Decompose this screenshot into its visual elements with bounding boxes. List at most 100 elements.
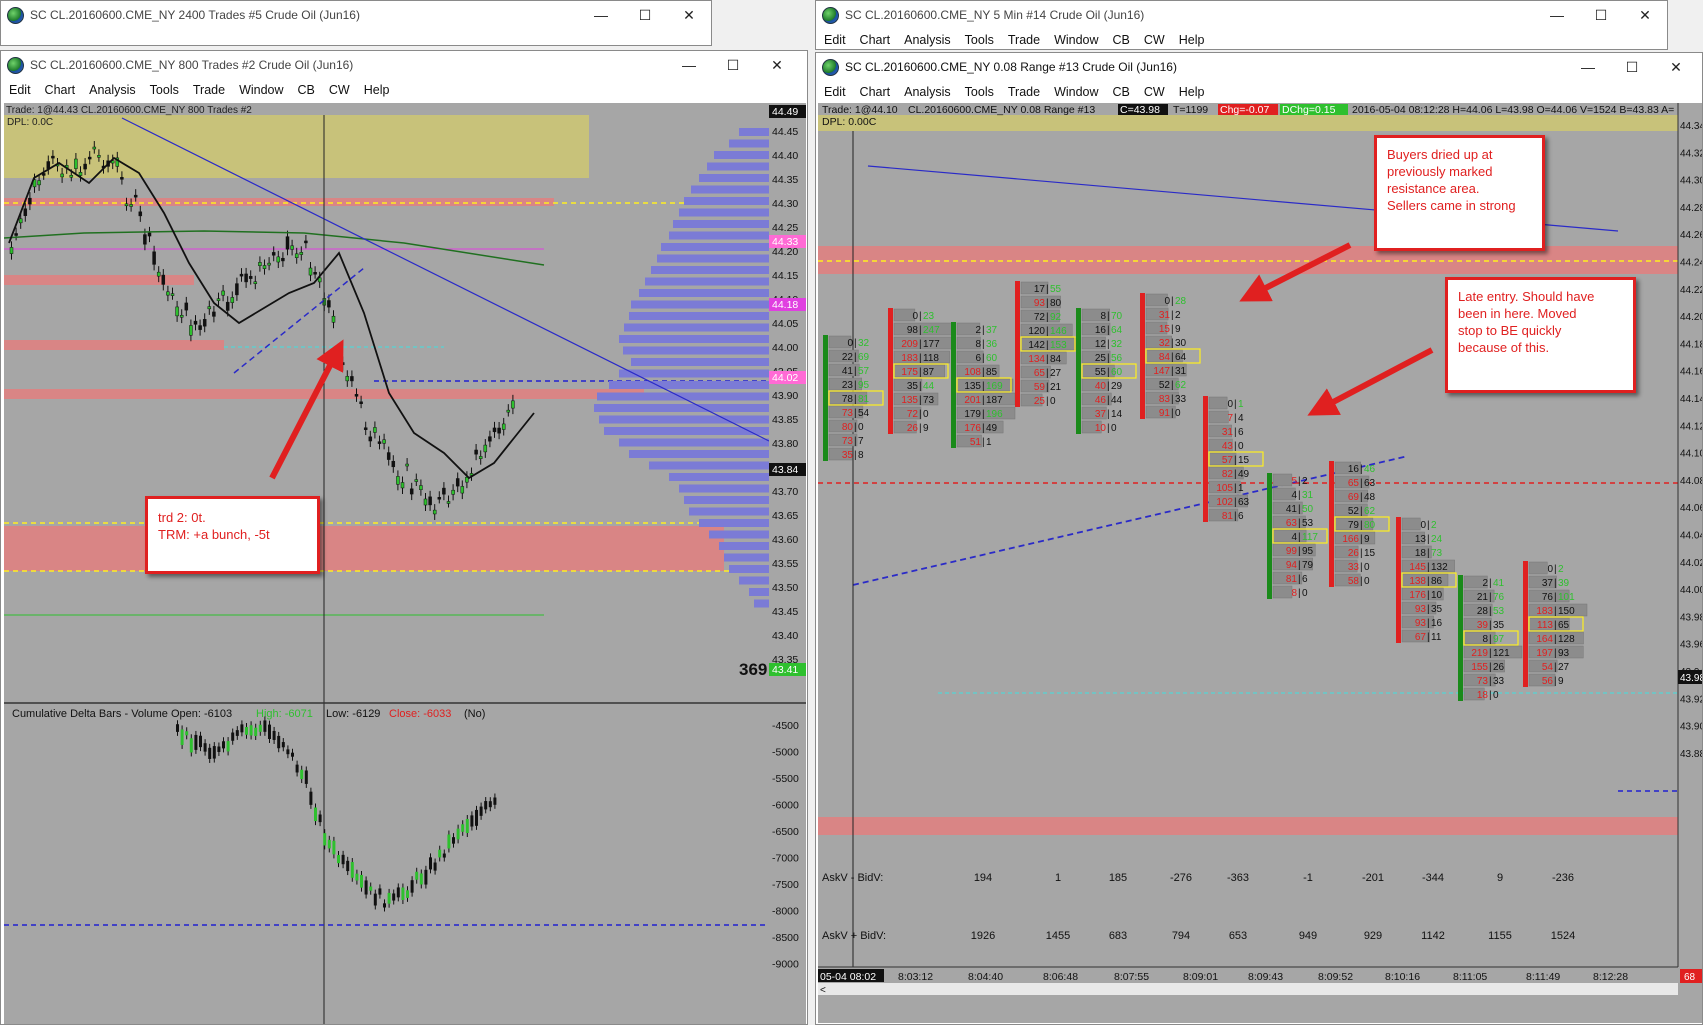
candle <box>92 146 97 150</box>
profile-bar <box>631 300 769 309</box>
delta-bar <box>189 738 193 753</box>
minimize-button[interactable]: — <box>579 1 623 29</box>
svg-text:|: | <box>1360 548 1363 559</box>
menu-analysis[interactable]: Analysis <box>904 85 951 99</box>
menu-trade[interactable]: Trade <box>1008 33 1040 47</box>
price-tick: 43.55 <box>772 558 798 570</box>
menu-analysis[interactable]: Analysis <box>89 83 136 97</box>
menu-chart[interactable]: Chart <box>860 85 891 99</box>
profile-bar <box>739 128 769 136</box>
close-button[interactable]: ✕ <box>1623 1 1667 29</box>
menu-trade[interactable]: Trade <box>193 83 225 97</box>
menu-help[interactable]: Help <box>1179 33 1205 47</box>
time-tick: 8:06:48 <box>1043 971 1078 983</box>
footprint-ask: 0 <box>1364 576 1370 587</box>
left-chart-svg[interactable]: 44.4544.4044.3544.3044.2544.2044.1544.10… <box>4 103 806 1025</box>
candle <box>506 409 511 413</box>
candle <box>147 232 152 237</box>
footprint-candle <box>1458 575 1463 701</box>
candle <box>156 271 161 277</box>
delta-bar <box>263 720 267 732</box>
delta-bar <box>309 791 313 805</box>
menu-window[interactable]: Window <box>1054 85 1098 99</box>
footprint-ask: 6 <box>1238 427 1244 438</box>
menu-cb[interactable]: CB <box>298 83 315 97</box>
footprint-ask: 6 <box>1238 511 1244 522</box>
maximize-button[interactable]: ☐ <box>1610 53 1654 81</box>
menu-window[interactable]: Window <box>239 83 283 97</box>
menu-trade[interactable]: Trade <box>1008 85 1040 99</box>
close-button[interactable]: ✕ <box>755 51 799 79</box>
window-800-trades[interactable]: SC CL.20160600.CME_NY 800 Trades #2 Crud… <box>0 50 808 1025</box>
window-2400-trades[interactable]: SC CL.20160600.CME_NY 2400 Trades #5 Cru… <box>0 0 712 46</box>
footprint-ask: 0 <box>1238 441 1244 452</box>
maximize-button[interactable]: ☐ <box>623 1 667 29</box>
scroll-left-icon[interactable]: < <box>820 985 826 996</box>
footprint-ask: 0 <box>923 409 929 420</box>
svg-text:|: | <box>982 353 985 364</box>
menu-cw[interactable]: CW <box>1144 85 1165 99</box>
price-tick: 43.65 <box>772 510 798 522</box>
resistance-zone-yellow <box>4 113 589 178</box>
profile-bar <box>661 243 769 251</box>
delta-bar <box>360 874 363 888</box>
delta-bar <box>373 893 377 906</box>
price-chart-area[interactable]: 44.4544.4044.3544.3044.2544.2044.1544.10… <box>4 103 806 1025</box>
candle <box>253 281 258 284</box>
delta-no: (No) <box>464 708 485 720</box>
menu-chart[interactable]: Chart <box>860 33 891 47</box>
svg-text:|: | <box>1554 676 1557 687</box>
maximize-button[interactable]: ☐ <box>1579 1 1623 29</box>
menu-edit[interactable]: Edit <box>824 85 846 99</box>
profile-bar <box>709 530 769 539</box>
menu-window[interactable]: Window <box>1054 33 1098 47</box>
menu-tools[interactable]: Tools <box>150 83 179 97</box>
footprint-ask: 31 <box>1175 366 1187 377</box>
menu-tools[interactable]: Tools <box>965 33 994 47</box>
svg-text:|: | <box>1234 427 1237 438</box>
price-tick: 44.00 <box>1680 585 1702 596</box>
svg-text:|: | <box>1427 562 1430 573</box>
candle <box>60 173 64 178</box>
footprint-ask: 64 <box>1111 325 1123 336</box>
minimize-button[interactable]: — <box>1535 1 1579 29</box>
menu-cb[interactable]: CB <box>1113 33 1130 47</box>
close-button[interactable]: ✕ <box>667 1 711 29</box>
footprint-bid: 91 <box>1159 408 1171 419</box>
footprint-chart-area[interactable]: Trade: 1@44.10 CL.20160600.CME_NY 0.08 R… <box>818 103 1702 1023</box>
menu-tools[interactable]: Tools <box>965 85 994 99</box>
minimize-button[interactable]: — <box>667 51 711 79</box>
close-button[interactable]: ✕ <box>1654 53 1698 81</box>
window-range-chart[interactable]: SC CL.20160600.CME_NY 0.08 Range #13 Cru… <box>815 52 1703 1025</box>
footprint-ask: 39 <box>1558 578 1570 589</box>
askv-bidv-value: 1 <box>1055 872 1061 884</box>
footprint-ask: 0 <box>1302 588 1308 599</box>
menu-edit[interactable]: Edit <box>824 33 846 47</box>
right-chart-svg[interactable]: Trade: 1@44.10 CL.20160600.CME_NY 0.08 R… <box>818 103 1702 1023</box>
menu-chart[interactable]: Chart <box>45 83 76 97</box>
menu-cb[interactable]: CB <box>1113 85 1130 99</box>
delta-bar <box>327 839 331 849</box>
menu-help[interactable]: Help <box>1179 85 1205 99</box>
footprint-bid: 197 <box>1536 648 1553 659</box>
footprint-ask: 9 <box>1364 534 1370 545</box>
menu-help[interactable]: Help <box>364 83 390 97</box>
footprint-ask: 93 <box>1558 648 1570 659</box>
footprint-ask: 69 <box>858 352 870 363</box>
window-5-min[interactable]: SC CL.20160600.CME_NY 5 Min #14 Crude Oi… <box>815 0 1668 50</box>
menu-cw[interactable]: CW <box>329 83 350 97</box>
footprint-bid: 0 <box>1547 564 1553 575</box>
minimize-button[interactable]: — <box>1566 53 1610 81</box>
footprint-bid: 76 <box>1542 592 1554 603</box>
footprint-ask: 0 <box>1493 690 1499 701</box>
svg-text:|: | <box>854 394 857 405</box>
candle <box>170 293 175 296</box>
menu-analysis[interactable]: Analysis <box>904 33 951 47</box>
menu-cw[interactable]: CW <box>1144 33 1165 47</box>
menu-edit[interactable]: Edit <box>9 83 31 97</box>
horizontal-scrollbar[interactable] <box>818 983 1678 995</box>
time-tick-current: 05-04 08:02 <box>820 971 876 983</box>
maximize-button[interactable]: ☐ <box>711 51 755 79</box>
delta-bar <box>226 741 230 752</box>
svg-text:|: | <box>1489 648 1492 659</box>
